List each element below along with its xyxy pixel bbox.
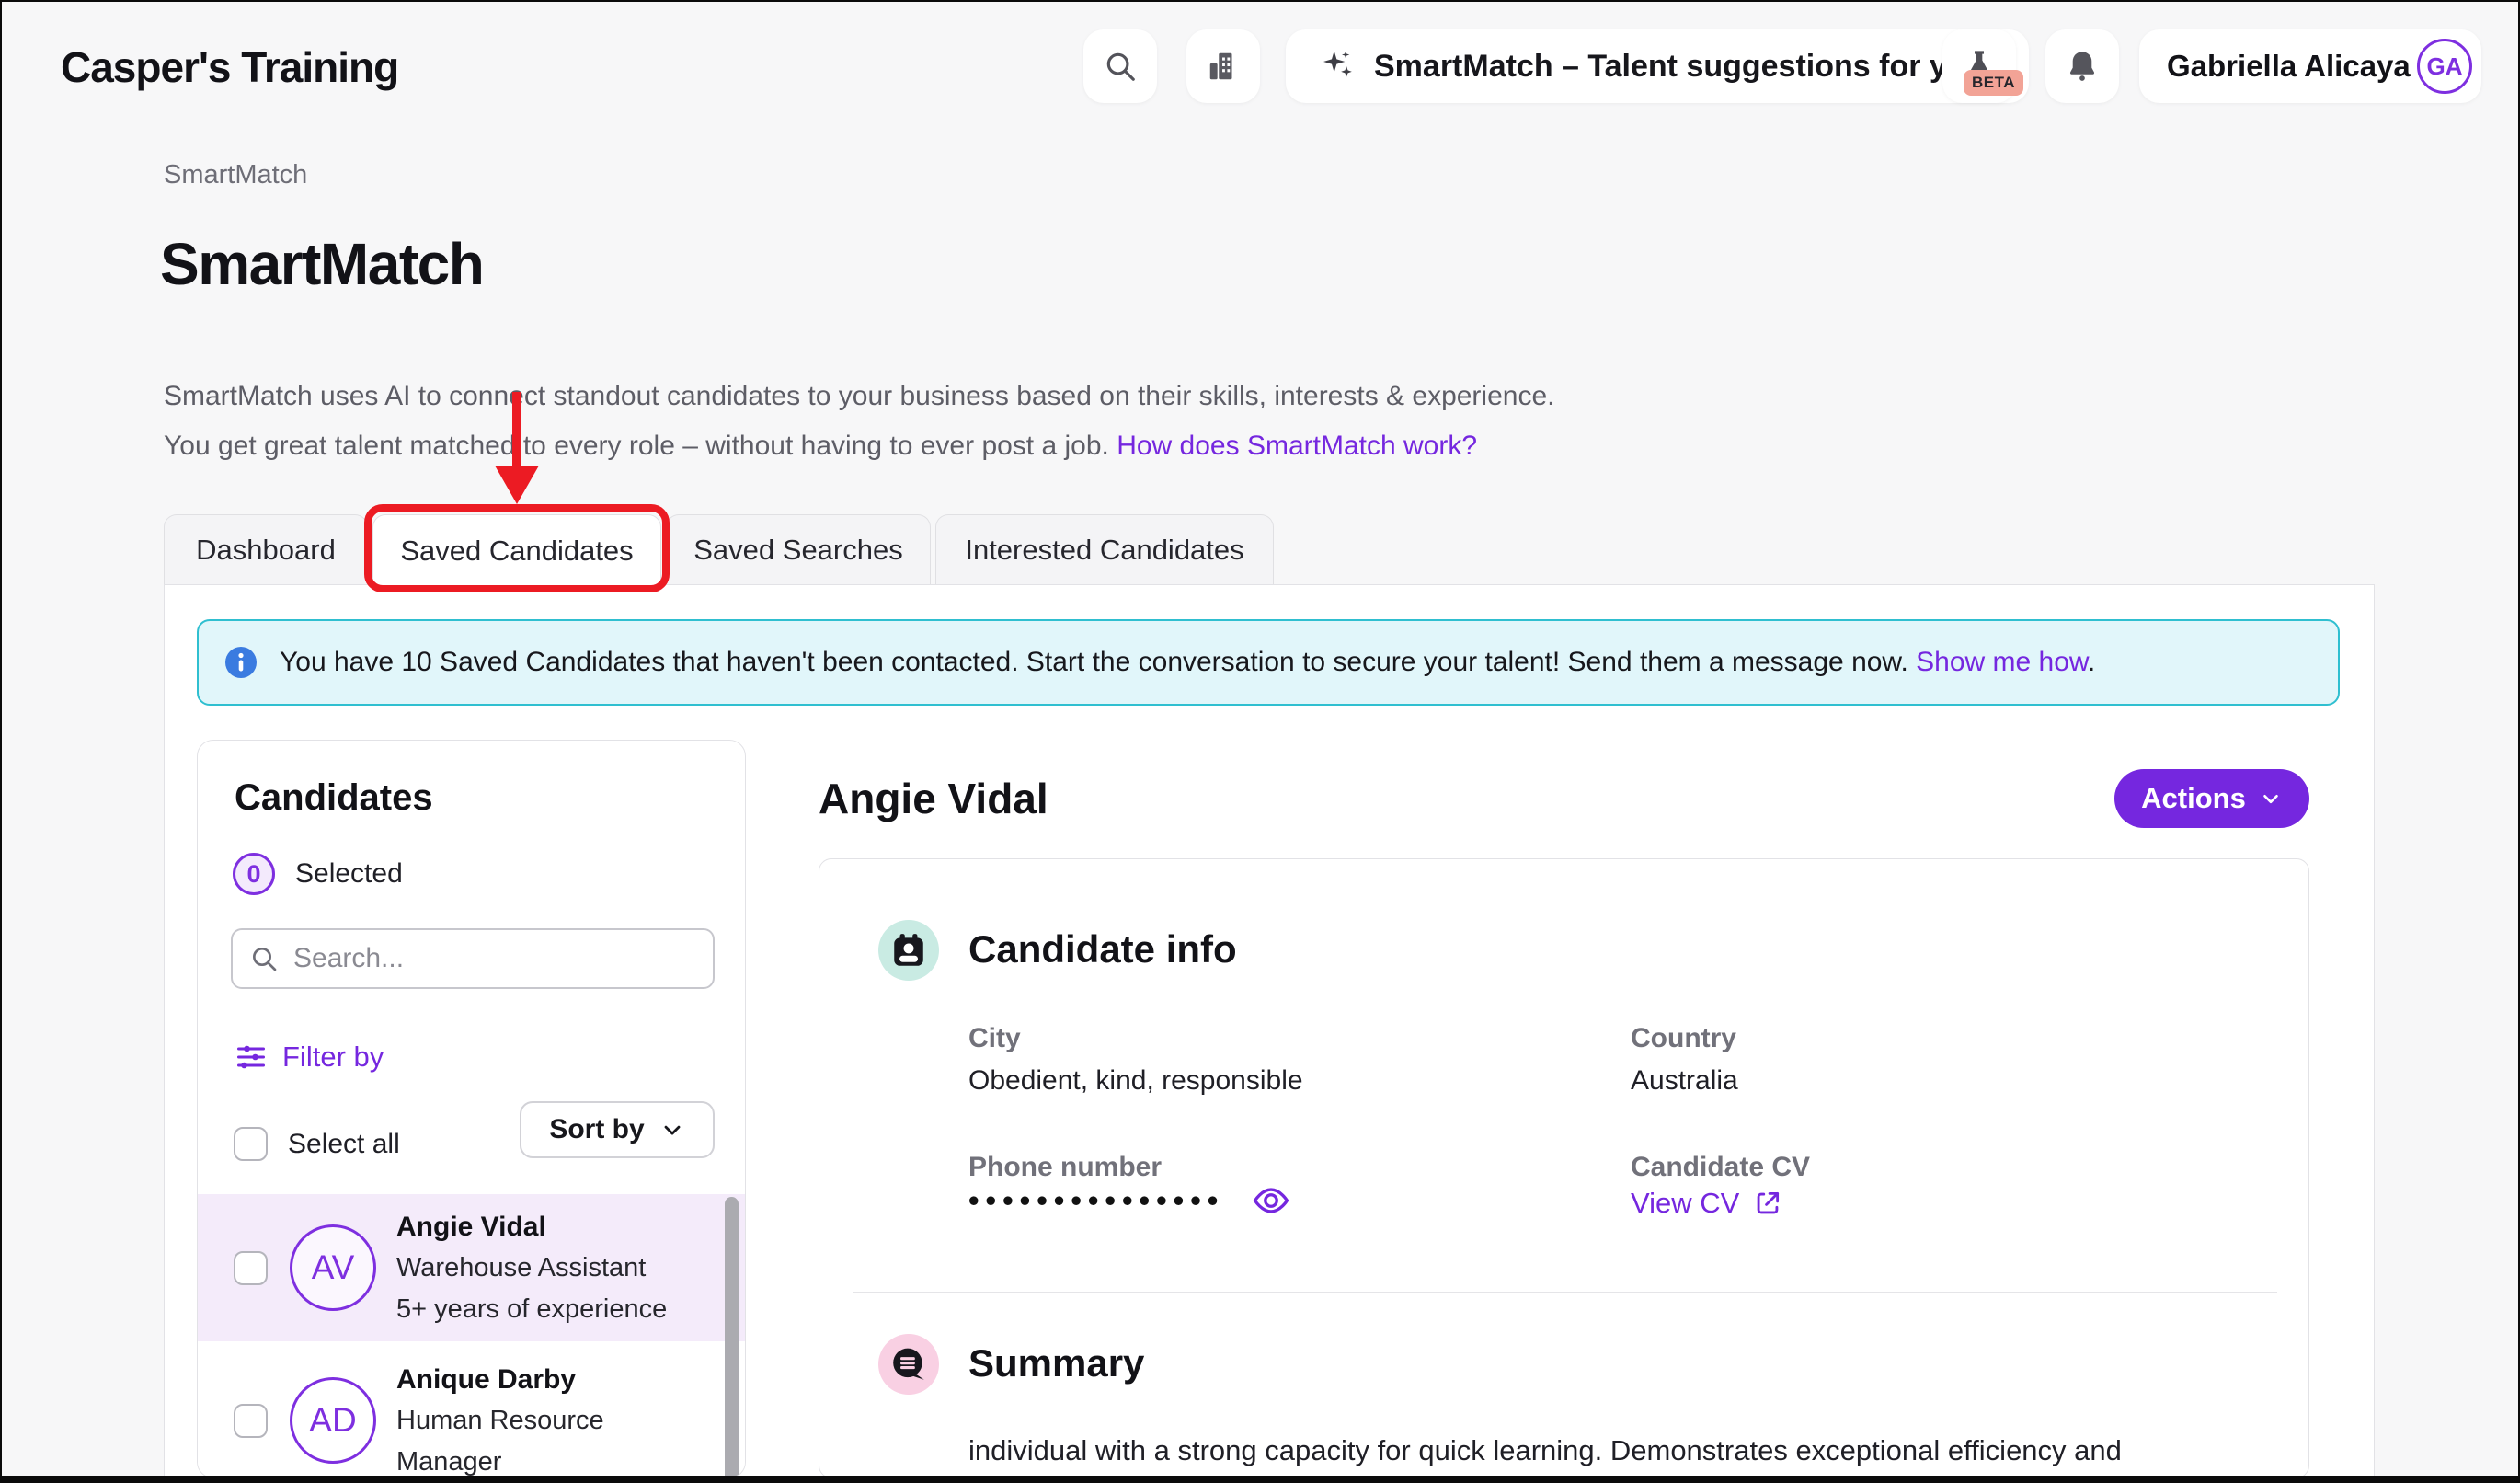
how-it-works-link[interactable]: How does SmartMatch work? <box>1117 431 1477 461</box>
view-cv-label: View CV <box>1631 1187 1739 1220</box>
avatar: AV <box>290 1224 376 1311</box>
info-banner: You have 10 Saved Candidates that haven'… <box>197 619 2340 706</box>
beta-labs-button[interactable]: BETA <box>1942 29 2016 103</box>
candidate-detail-card: Candidate info City Obedient, kind, resp… <box>819 858 2309 1477</box>
candidate-experience: 5+ years of experience <box>396 1289 667 1330</box>
filter-icon <box>235 1040 268 1074</box>
candidate-detail-name: Angie Vidal <box>819 774 1048 823</box>
page-description: SmartMatch uses AI to connect standout c… <box>164 372 1554 471</box>
candidate-search <box>231 928 715 989</box>
actions-button[interactable]: Actions <box>2114 769 2309 828</box>
bell-icon <box>2065 49 2100 84</box>
select-all-checkbox[interactable] <box>234 1127 268 1161</box>
selected-counter: 0 Selected <box>233 853 403 895</box>
cv-label: Candidate CV <box>1631 1152 1810 1183</box>
filter-by-button[interactable]: Filter by <box>235 1040 384 1074</box>
candidate-checkbox[interactable] <box>234 1404 268 1438</box>
candidates-list-card: Candidates 0 Selected <box>197 740 746 1477</box>
tab-interested-candidates[interactable]: Interested Candidates <box>935 514 1274 584</box>
header-search-button[interactable] <box>1083 29 1157 103</box>
candidate-checkbox[interactable] <box>234 1251 268 1285</box>
sort-by-button[interactable]: Sort by <box>520 1101 715 1158</box>
user-name: Gabriella Alicaya <box>2167 49 2411 84</box>
page-title: SmartMatch <box>160 230 483 298</box>
smartmatch-suggestions-button[interactable]: SmartMatch – Talent suggestions for you! <box>1286 29 2029 103</box>
show-me-how-link[interactable]: Show me how <box>1916 647 2088 677</box>
city-label: City <box>968 1023 1021 1054</box>
brand-title: Casper's Training <box>61 42 398 92</box>
saved-candidates-panel: You have 10 Saved Candidates that haven'… <box>164 584 2375 1477</box>
reveal-phone-button[interactable] <box>1250 1179 1292 1222</box>
summary-line2: effectiveness in tasks included high lev… <box>968 1476 2192 1477</box>
phone-masked-value: ••••••••••••••• <box>968 1183 1224 1218</box>
candidate-name: Angie Vidal <box>396 1206 667 1247</box>
list-item-angie-vidal[interactable]: AV Angie Vidal Warehouse Assistant 5+ ye… <box>198 1194 745 1341</box>
avatar: GA <box>2417 39 2472 94</box>
chevron-down-icon <box>659 1117 685 1143</box>
banner-text: You have 10 Saved Candidates that haven'… <box>280 647 1916 677</box>
chevron-down-icon <box>2259 787 2283 810</box>
phone-label: Phone number <box>968 1152 1162 1183</box>
section-divider <box>853 1292 2277 1293</box>
summary-text: individual with a strong capacity for qu… <box>968 1426 2192 1477</box>
city-value: Obedient, kind, responsible <box>968 1065 1303 1097</box>
notifications-button[interactable] <box>2045 29 2119 103</box>
list-item-anique-darby[interactable]: AD Anique Darby Human Resource Manager <box>198 1347 745 1477</box>
sort-by-label: Sort by <box>549 1114 644 1145</box>
summary-heading: Summary <box>968 1341 1144 1385</box>
tab-saved-candidates[interactable]: Saved Candidates <box>372 514 661 587</box>
candidate-role: Human Resource <box>396 1400 604 1442</box>
header-company-button[interactable] <box>1186 29 1260 103</box>
smartmatch-button-label: SmartMatch – Talent suggestions for you! <box>1374 49 1996 85</box>
candidate-list: AV Angie Vidal Warehouse Assistant 5+ ye… <box>198 1191 745 1477</box>
select-all-label: Select all <box>288 1129 400 1160</box>
eye-icon <box>1251 1180 1291 1221</box>
user-profile-button[interactable]: Gabriella Alicaya GA <box>2139 29 2481 103</box>
country-value: Australia <box>1631 1065 1738 1097</box>
sparkle-icon <box>1319 48 1356 85</box>
country-label: Country <box>1631 1023 1736 1054</box>
select-all-row: Select all <box>234 1127 400 1161</box>
app-window: Casper's Training SmartMa <box>0 0 2520 1483</box>
search-icon <box>249 944 279 973</box>
actions-label: Actions <box>2141 782 2246 815</box>
chat-bubble-icon <box>878 1334 939 1395</box>
tab-dashboard[interactable]: Dashboard <box>164 514 368 584</box>
filter-by-label: Filter by <box>282 1040 384 1074</box>
beta-badge: BETA <box>1964 70 2023 96</box>
info-icon <box>223 644 259 681</box>
list-scrollbar[interactable] <box>725 1197 739 1477</box>
candidate-role: Warehouse Assistant <box>396 1247 667 1289</box>
external-link-icon <box>1752 1188 1783 1219</box>
building-icon <box>1206 49 1241 84</box>
search-input[interactable] <box>292 942 696 975</box>
candidate-name: Anique Darby <box>396 1359 604 1400</box>
smartmatch-tabs: Dashboard Saved Candidates Saved Searche… <box>164 514 1274 587</box>
id-badge-icon <box>878 920 939 981</box>
candidate-info-heading: Candidate info <box>968 927 1237 971</box>
selected-count-badge: 0 <box>233 853 275 895</box>
page-description-line1: SmartMatch uses AI to connect standout c… <box>164 372 1554 421</box>
selected-label: Selected <box>295 858 403 890</box>
breadcrumb[interactable]: SmartMatch <box>164 160 307 190</box>
search-icon <box>1103 49 1138 84</box>
summary-line1: individual with a strong capacity for qu… <box>968 1426 2192 1476</box>
candidates-heading: Candidates <box>235 777 433 819</box>
candidate-role-line2: Manager <box>396 1442 604 1478</box>
page-description-line2: You get great talent matched to every ro… <box>164 431 1117 461</box>
view-cv-link[interactable]: View CV <box>1631 1187 1783 1220</box>
avatar: AD <box>290 1377 376 1464</box>
tab-saved-searches[interactable]: Saved Searches <box>666 514 931 584</box>
